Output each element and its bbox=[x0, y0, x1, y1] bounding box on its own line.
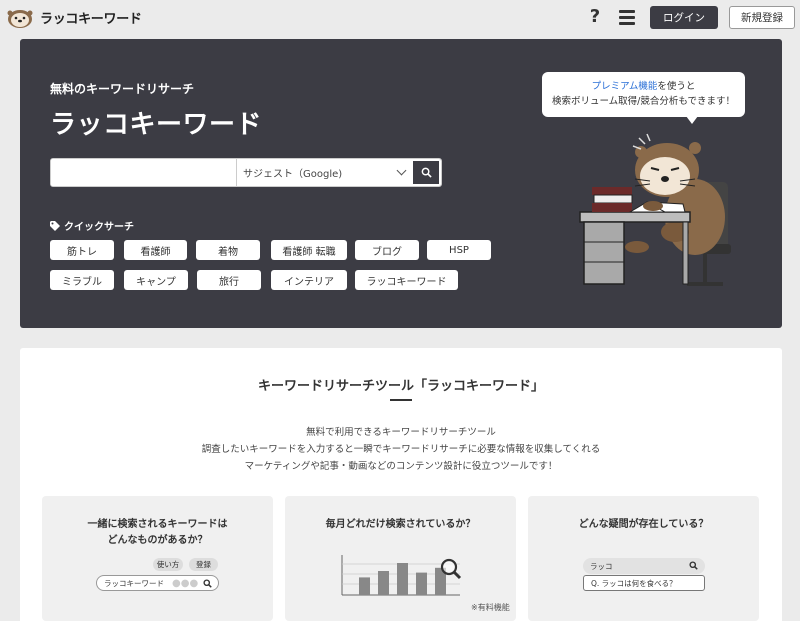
card-title: 毎月どれだけ検索されているか？ bbox=[325, 519, 476, 530]
hamburger-menu-icon[interactable] bbox=[619, 10, 635, 25]
chip-keyword[interactable]: ラッコキーワード bbox=[355, 270, 458, 290]
search-button[interactable] bbox=[411, 159, 441, 186]
chip-keyword[interactable]: インテリア bbox=[271, 270, 347, 290]
search-icon bbox=[203, 579, 212, 588]
hero-subtitle: 無料のキーワードリサーチ bbox=[50, 82, 195, 96]
chip-keyword[interactable]: 着物 bbox=[196, 240, 260, 260]
mini-search-box: ラッコキーワード ●●● bbox=[96, 575, 219, 591]
bubble-text: を使うと bbox=[657, 81, 696, 92]
loading-dots: ●●● bbox=[172, 577, 199, 589]
login-button[interactable]: ログイン bbox=[650, 6, 718, 29]
logo[interactable]: ラッコキーワード bbox=[6, 5, 142, 29]
register-pill: 登録 bbox=[189, 558, 218, 571]
volume-bar bbox=[359, 577, 370, 595]
bubble-tail bbox=[686, 116, 698, 124]
search-icon bbox=[689, 561, 698, 570]
section-description: 無料で利用できるキーワードリサーチツール 調査したいキーワードを入力すると一瞬で… bbox=[20, 424, 782, 475]
mini-search-text: ラッコ bbox=[590, 561, 613, 571]
mini-search-text: ラッコキーワード bbox=[104, 578, 164, 588]
card-title: 一緒に検索されるキーワードは どんなものがあるか？ bbox=[42, 517, 273, 549]
hero-title: ラッコキーワード bbox=[50, 110, 263, 140]
feature-card-questions: どんな疑問が存在している？ ラッコ Q. ラッコは何を食べる？ bbox=[528, 496, 759, 621]
help-icon[interactable]: ? bbox=[585, 6, 605, 27]
volume-bar bbox=[397, 563, 408, 595]
register-button[interactable]: 新規登録 bbox=[729, 6, 795, 29]
chevron-down-icon bbox=[396, 165, 407, 176]
card-title-line: どんなものがあるか？ bbox=[107, 535, 208, 546]
chip-keyword[interactable]: 看護師 転職 bbox=[271, 240, 347, 260]
tag-icon bbox=[50, 220, 60, 231]
title-underline bbox=[390, 399, 412, 401]
card-title-line: 一緒に検索されるキーワードは bbox=[87, 519, 228, 530]
suggestion-box: Q. ラッコは何を食べる？ bbox=[583, 575, 705, 591]
volume-bar bbox=[378, 571, 389, 595]
chip-keyword[interactable]: キャンプ bbox=[124, 270, 188, 290]
chip-keyword[interactable]: ブログ bbox=[355, 240, 419, 260]
chip-keyword[interactable]: ミラブル bbox=[50, 270, 114, 290]
paid-feature-note: ※有料機能 bbox=[471, 603, 510, 612]
premium-speech-bubble: プレミアム機能を使うと 検索ボリューム取得/競合分析もできます！ bbox=[542, 72, 745, 117]
card-title: どんな疑問が存在している？ bbox=[578, 519, 709, 530]
keyword-search-input[interactable] bbox=[51, 159, 236, 186]
keyword-search-form: サジェスト（Google) bbox=[50, 158, 442, 187]
site-header: ラッコキーワード ? ログイン 新規登録 bbox=[0, 0, 800, 36]
description-line: マーケティングや記事・動画などのコンテンツ設計に役立つツールです！ bbox=[244, 461, 558, 472]
section-title: キーワードリサーチツール「ラッコキーワード」 bbox=[257, 379, 544, 394]
chip-keyword[interactable]: 看護師 bbox=[124, 240, 187, 260]
search-icon bbox=[421, 167, 432, 178]
otter-logo-icon bbox=[7, 10, 33, 28]
intro-section: キーワードリサーチツール「ラッコキーワード」 無料で利用できるキーワードリサーチ… bbox=[20, 348, 782, 621]
description-line: 無料で利用できるキーワードリサーチツール bbox=[306, 427, 496, 438]
description-line: 調査したいキーワードを入力すると一瞬でキーワードリサーチに必要な情報を収集してく… bbox=[201, 444, 601, 455]
quick-search-label: クイックサーチ bbox=[50, 218, 134, 233]
chip-keyword[interactable]: 筋トレ bbox=[50, 240, 114, 260]
chip-keyword[interactable]: HSP bbox=[427, 240, 491, 260]
hero-section: 無料のキーワードリサーチ ラッコキーワード サジェスト（Google) クイック… bbox=[20, 39, 782, 328]
feature-card-volume: 毎月どれだけ検索されているか？ ※有料機能 bbox=[285, 496, 516, 621]
feature-card-suggest: 一緒に検索されるキーワードは どんなものがあるか？ 使い方 登録 ラッコキーワー… bbox=[42, 496, 273, 621]
chip-keyword[interactable]: 旅行 bbox=[197, 270, 261, 290]
premium-feature-link[interactable]: プレミアム機能 bbox=[592, 81, 658, 92]
otter-at-desk-illustration bbox=[579, 133, 731, 286]
mini-search-box: ラッコ bbox=[583, 558, 705, 574]
usage-pill: 使い方 bbox=[153, 558, 183, 571]
bubble-text-line2: 検索ボリューム取得/競合分析もできます！ bbox=[551, 96, 736, 107]
logo-text: ラッコキーワード bbox=[40, 11, 142, 27]
search-type-select[interactable]: サジェスト（Google) bbox=[236, 159, 411, 186]
volume-bar bbox=[416, 572, 427, 595]
quick-search-text: クイックサーチ bbox=[64, 222, 134, 233]
search-type-value: サジェスト（Google) bbox=[243, 169, 343, 180]
volume-bar-chart bbox=[341, 555, 462, 596]
magnifier-icon bbox=[440, 558, 458, 576]
